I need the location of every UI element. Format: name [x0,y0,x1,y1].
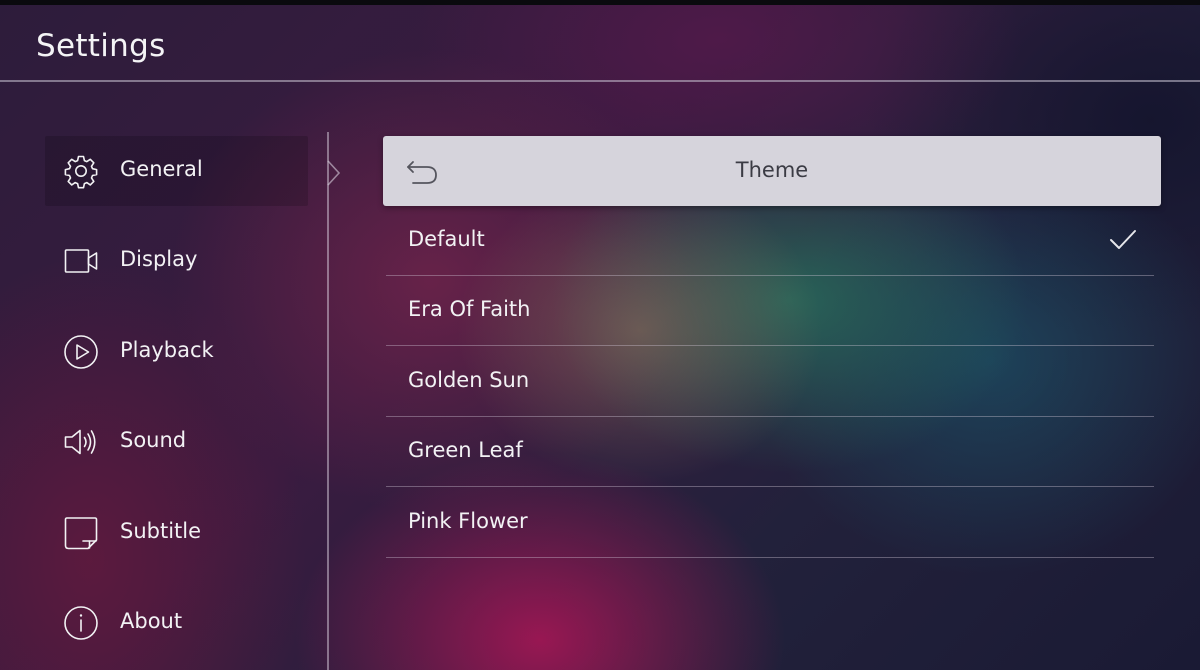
gear-icon [63,153,99,189]
sidebar-item-label: Sound [120,428,187,452]
row-divider [386,557,1154,558]
sidebar-item-about[interactable]: About [45,588,308,658]
option-label: Pink Flower [408,509,528,533]
sidebar-divider [327,132,329,670]
option-label: Golden Sun [408,368,530,392]
play-circle-icon [63,334,99,370]
theme-option-green-leaf[interactable]: Green Leaf [386,417,1154,487]
theme-header: Theme [383,136,1161,206]
sidebar-item-label: Playback [120,338,214,362]
header-divider [0,80,1200,82]
info-icon [63,605,99,641]
theme-option-default[interactable]: Default [386,206,1154,276]
camera-icon [63,243,99,279]
sidebar-item-display[interactable]: Display [45,226,308,296]
page-title: Settings [36,28,166,64]
option-label: Green Leaf [408,438,523,462]
sidebar-item-label: About [120,609,183,633]
sidebar-item-general[interactable]: General [45,136,308,206]
option-label: Era Of Faith [408,297,531,321]
panel-title: Theme [735,158,809,182]
sidebar-item-label: Display [120,247,198,271]
sidebar-item-label: General [120,157,203,181]
chevron-right-icon [327,160,341,186]
row-divider [386,345,1154,346]
subtitle-icon [63,515,99,551]
check-icon [1110,230,1136,249]
sidebar-item-sound[interactable]: Sound [45,407,308,477]
row-divider [386,486,1154,487]
theme-option-pink-flower[interactable]: Pink Flower [386,488,1154,558]
sidebar-item-subtitle[interactable]: Subtitle [45,498,308,568]
option-label: Default [408,227,485,251]
sidebar-item-playback[interactable]: Playback [45,317,308,387]
theme-option-era-of-faith[interactable]: Era Of Faith [386,276,1154,346]
top-strip [0,0,1200,5]
speaker-icon [63,424,99,460]
sidebar-item-label: Subtitle [120,519,202,543]
theme-option-golden-sun[interactable]: Golden Sun [386,347,1154,417]
